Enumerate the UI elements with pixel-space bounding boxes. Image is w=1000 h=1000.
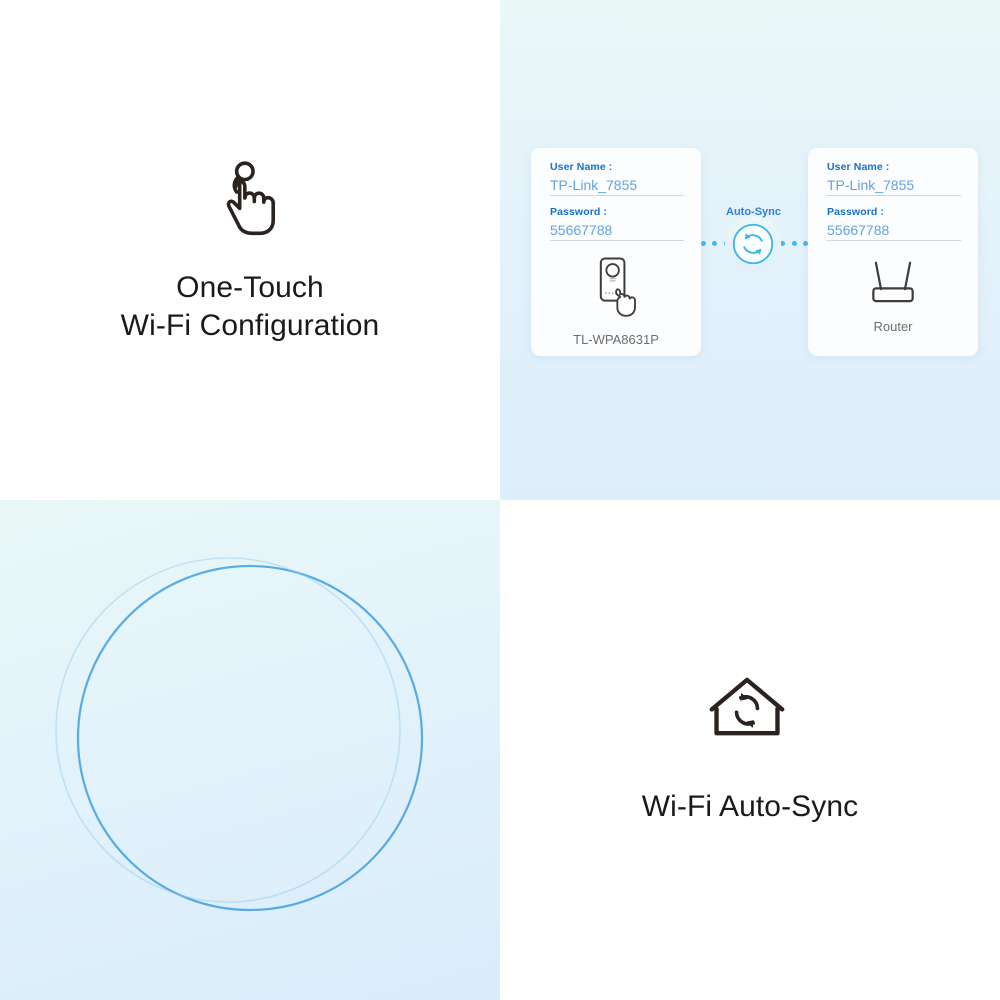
one-touch-feature: One-Touch Wi-Fi Configuration (0, 0, 500, 500)
device-card-adapter: User Name : TP-Link_7855 Password : 5566… (531, 148, 701, 356)
panel-auto-sync-diagram: User Name : TP-Link_7855 Password : 5566… (500, 0, 1000, 500)
auto-sync-circular-arrows-icon (725, 216, 781, 272)
password-field: Password : 55667788 (550, 206, 684, 241)
device-name-label: TL-WPA8631P (573, 332, 659, 347)
password-value: 55667788 (550, 220, 684, 241)
page-title: Wi-Fi Auto-Sync (642, 788, 859, 826)
username-field: User Name : TP-Link_7855 (827, 161, 961, 196)
router-icon (862, 255, 924, 313)
username-value: TP-Link_7855 (550, 175, 684, 196)
username-field: User Name : TP-Link_7855 (550, 161, 684, 196)
one-touch-hand-icon (207, 155, 293, 241)
username-label: User Name : (827, 161, 890, 173)
ring-connector-lines (55, 557, 424, 912)
device-illustration-adapter: TL-WPA8631P (531, 255, 701, 347)
title-line-1: Wi-Fi Auto-Sync (641, 789, 859, 823)
panel-network-ring: Add one AUTO-SYNC WI-FI SETTINGS (0, 500, 500, 1000)
powerline-adapter-with-hand-icon (589, 255, 643, 326)
page-title: One-Touch Wi-Fi Configuration (121, 269, 380, 346)
panel-one-touch: One-Touch Wi-Fi Configuration (0, 0, 500, 500)
password-label: Password : (550, 206, 608, 218)
device-card-router: User Name : TP-Link_7855 Password : 5566… (808, 148, 978, 356)
device-name-label: Router (873, 319, 913, 334)
panel-wifi-auto-sync: Wi-Fi Auto-Sync (500, 500, 1000, 1000)
house-auto-sync-icon (707, 674, 793, 760)
device-illustration-router: Router (808, 255, 978, 334)
password-value: 55667788 (827, 220, 961, 241)
username-value: TP-Link_7855 (827, 175, 961, 196)
feature-collage: One-Touch Wi-Fi Configuration User Name … (0, 0, 1000, 1000)
title-line-1: One-Touch (176, 270, 324, 304)
password-label: Password : (827, 206, 885, 218)
title-line-2: Wi-Fi Configuration (120, 309, 380, 342)
username-label: User Name : (550, 161, 613, 173)
wifi-auto-sync-feature: Wi-Fi Auto-Sync (500, 500, 1000, 1000)
password-field: Password : 55667788 (827, 206, 961, 241)
